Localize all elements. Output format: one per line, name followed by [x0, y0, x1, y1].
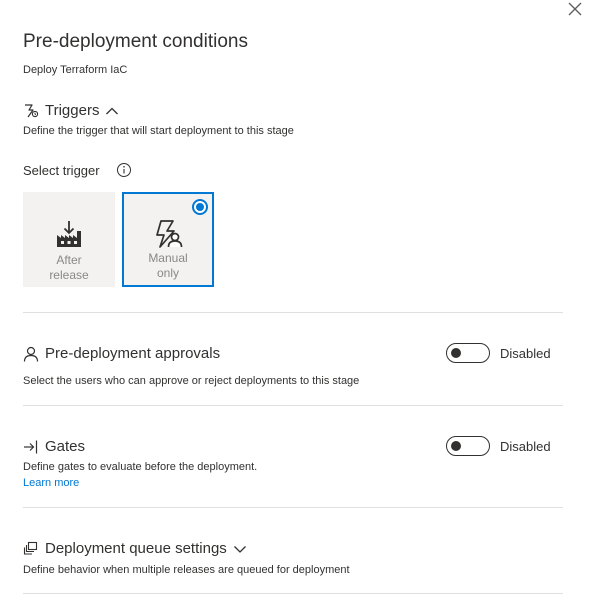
divider	[23, 507, 563, 508]
divider	[23, 312, 563, 313]
chevron-down-icon[interactable]	[233, 544, 247, 554]
chevron-up-icon[interactable]	[105, 106, 119, 116]
divider	[23, 405, 563, 406]
select-trigger-label: Select trigger	[23, 162, 100, 178]
divider	[23, 593, 563, 594]
toggle-knob	[451, 348, 461, 358]
queue-icon	[23, 541, 39, 557]
learn-more-link[interactable]: Learn more	[23, 477, 79, 489]
triggers-section-header[interactable]: Triggers	[23, 102, 119, 119]
approvals-toggle[interactable]	[446, 343, 490, 363]
trigger-option-manual-only[interactable]: Manual only	[122, 192, 214, 287]
close-icon[interactable]	[566, 0, 584, 18]
person-icon	[23, 346, 39, 362]
pre-deployment-conditions-panel: Pre-deployment conditions Deploy Terrafo…	[0, 0, 590, 604]
after-release-label: After release	[49, 253, 89, 282]
approvals-toggle-row: Disabled	[446, 343, 551, 363]
gates-title: Gates	[45, 438, 86, 455]
triggers-title: Triggers	[45, 102, 100, 119]
gates-description: Define gates to evaluate before the depl…	[23, 461, 258, 473]
manual-only-icon	[152, 218, 184, 250]
page-title: Pre-deployment conditions	[23, 31, 248, 52]
gates-toggle-state: Disabled	[500, 438, 551, 454]
trigger-icon	[23, 103, 39, 119]
select-trigger-row: Select trigger	[23, 162, 132, 178]
queue-description: Define behavior when multiple releases a…	[23, 564, 350, 576]
approvals-section-header[interactable]: Pre-deployment approvals	[23, 345, 220, 362]
gates-icon	[23, 439, 39, 455]
approvals-title: Pre-deployment approvals	[45, 345, 221, 362]
approvals-description: Select the users who can approve or reje…	[23, 375, 360, 387]
page-subtitle: Deploy Terraform IaC	[23, 64, 128, 76]
gates-toggle[interactable]	[446, 436, 490, 456]
gates-toggle-row: Disabled	[446, 436, 551, 456]
triggers-description: Define the trigger that will start deplo…	[23, 125, 294, 137]
manual-only-label: Manual only	[148, 251, 188, 280]
queue-section-header[interactable]: Deployment queue settings	[23, 540, 247, 557]
gates-section-header[interactable]: Gates	[23, 438, 85, 455]
approvals-toggle-state: Disabled	[500, 345, 551, 361]
toggle-knob	[451, 441, 461, 451]
after-release-icon	[54, 218, 84, 250]
trigger-option-after-release[interactable]: After release	[23, 192, 115, 287]
queue-title: Deployment queue settings	[45, 540, 227, 557]
info-icon[interactable]	[116, 162, 132, 178]
selected-radio-icon	[192, 199, 208, 215]
